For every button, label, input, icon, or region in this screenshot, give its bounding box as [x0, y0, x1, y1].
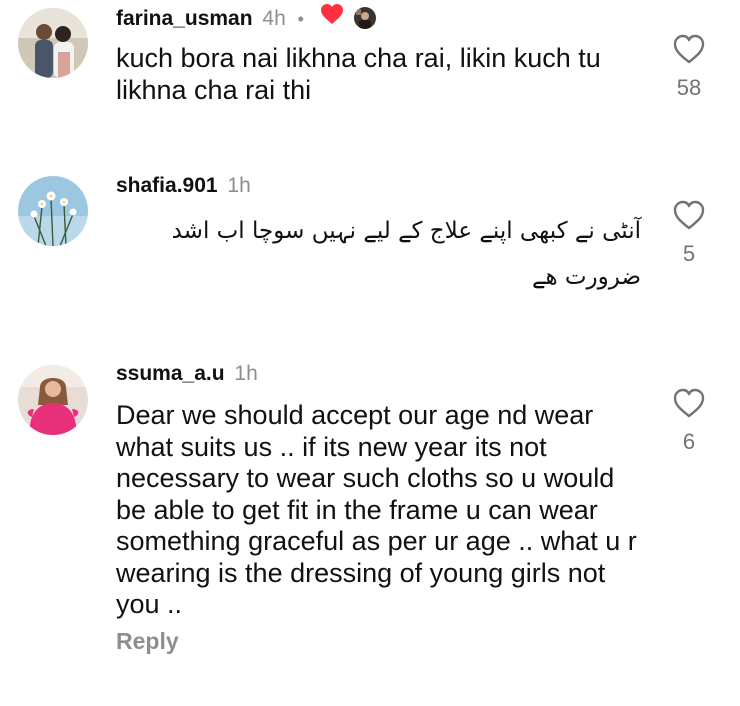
timestamp: 1h: [234, 362, 258, 385]
like-control: 6: [664, 387, 714, 455]
timestamp: 4h: [262, 7, 286, 31]
avatar[interactable]: [18, 8, 88, 78]
separator-dot: •: [297, 9, 304, 30]
like-control: 5: [664, 199, 714, 267]
avatar-image: [18, 365, 88, 435]
comment-item: shafia.901 1h آنٹی نے کبھی اپنے علاج کے …: [0, 170, 740, 340]
username[interactable]: shafia.901: [116, 174, 218, 197]
comment-item: ssuma_a.u 1h Dear we should accept our a…: [0, 360, 740, 706]
username[interactable]: farina_usman: [116, 7, 253, 30]
avatar-image: [18, 8, 88, 78]
avatar-image: [18, 176, 88, 246]
heart-outline-icon[interactable]: [672, 199, 706, 231]
heart-outline-icon[interactable]: [672, 387, 706, 419]
comment-text: Dear we should accept our age nd wear wh…: [116, 400, 637, 619]
like-count: 6: [682, 429, 696, 454]
comment-header: ssuma_a.u 1h: [116, 361, 258, 387]
username[interactable]: ssuma_a.u: [116, 362, 225, 385]
comment-header: shafia.901 1h: [116, 173, 251, 199]
creator-avatar: [353, 6, 376, 29]
comment-header: farina_usman 4h •: [116, 3, 376, 34]
like-count: 5: [682, 241, 696, 266]
reply-button[interactable]: Reply: [116, 628, 179, 655]
like-control: 58: [664, 33, 714, 101]
heart-outline-icon[interactable]: [672, 33, 706, 65]
comment-text: آنٹی نے کبھی اپنے علاج کے لیے نہیں سوچا …: [171, 218, 641, 290]
avatar[interactable]: [18, 365, 88, 435]
like-count: 58: [676, 75, 702, 100]
heart-filled-icon: [320, 3, 344, 32]
timestamp: 1h: [227, 174, 251, 197]
comment-text: kuch bora nai likhna cha rai, likin kuch…: [116, 43, 601, 105]
avatar[interactable]: [18, 176, 88, 246]
comment-item: farina_usman 4h • kuch bora nai likhna c…: [0, 0, 740, 140]
